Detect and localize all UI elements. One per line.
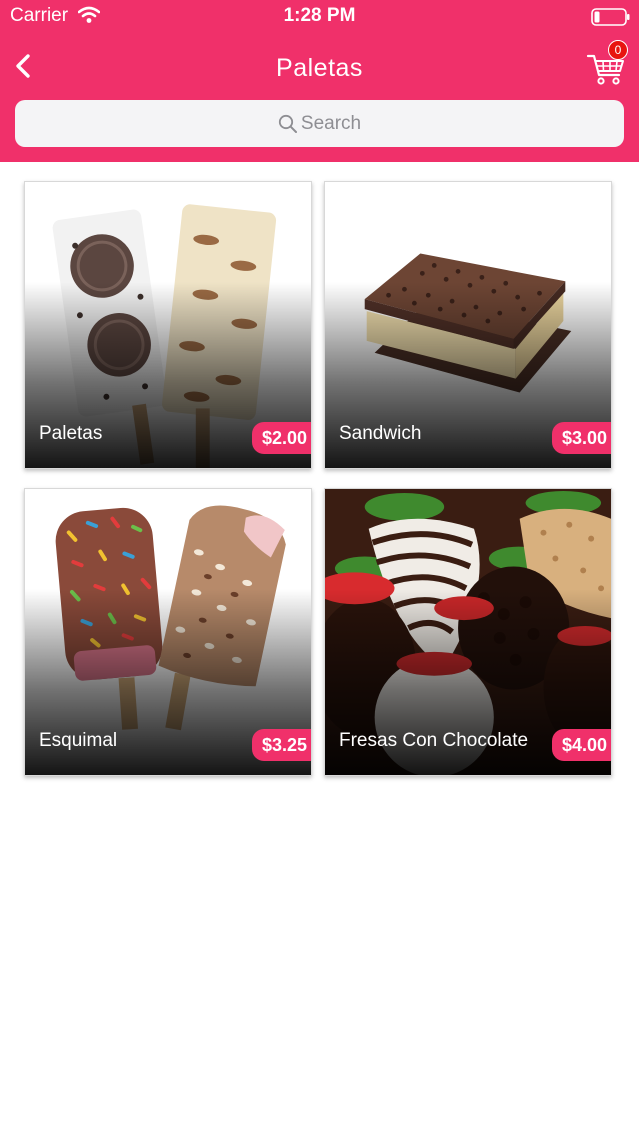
price-badge: $3.25 bbox=[251, 729, 311, 761]
status-bar: Carrier 1:28 PM bbox=[0, 0, 639, 34]
product-card-sandwich[interactable]: Sandwich $3.00 bbox=[324, 181, 612, 469]
cart-button[interactable]: 0 bbox=[586, 38, 632, 88]
battery-icon bbox=[591, 8, 630, 26]
page-title: Paletas bbox=[276, 54, 363, 82]
nav-bar: Paletas 0 bbox=[0, 38, 639, 98]
product-card-fresas-con-chocolate[interactable]: Fresas Con Chocolate $4.00 bbox=[324, 488, 612, 776]
product-card-paletas[interactable]: Paletas $2.00 bbox=[24, 181, 312, 469]
product-name: Paletas bbox=[39, 423, 103, 444]
product-name: Sandwich bbox=[339, 423, 422, 444]
search-content: Search bbox=[15, 100, 624, 147]
price-badge: $3.00 bbox=[551, 422, 611, 454]
search-input[interactable]: Search bbox=[15, 100, 624, 147]
product-name: Fresas Con Chocolate bbox=[339, 730, 529, 751]
search-icon bbox=[278, 114, 297, 133]
price-badge: $4.00 bbox=[551, 729, 611, 761]
cart-count-badge: 0 bbox=[608, 40, 628, 60]
search-placeholder: Search bbox=[300, 112, 362, 134]
product-name: Esquimal bbox=[39, 730, 118, 751]
status-time: 1:28 PM bbox=[283, 5, 356, 26]
price-badge: $2.00 bbox=[251, 422, 311, 454]
product-card-esquimal[interactable]: Esquimal $3.25 bbox=[24, 488, 312, 776]
header: Carrier 1:28 PM Paletas 0 Search bbox=[0, 0, 639, 162]
